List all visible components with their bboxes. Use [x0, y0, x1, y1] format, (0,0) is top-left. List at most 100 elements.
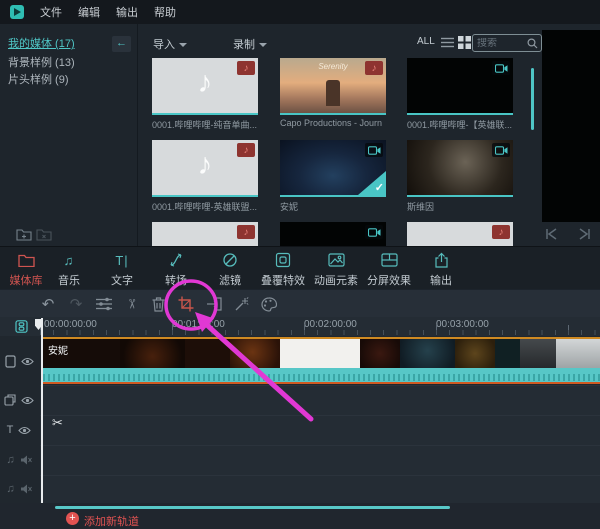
music-badge-icon: ♪ [365, 61, 383, 75]
media-scrollbar[interactable] [531, 68, 534, 130]
thumbnail-figure [326, 80, 340, 106]
video-track-icon [5, 355, 16, 368]
grid-view-icon[interactable] [458, 36, 471, 49]
video-badge-icon [492, 143, 510, 157]
media-item-selected[interactable]: ✓ 安妮 [280, 140, 386, 197]
sidebar-item-background-samples[interactable]: 背景样例 (13) [8, 54, 75, 70]
razor-cursor-icon: ✂ [52, 415, 63, 431]
media-item-label: 0001.哔哩哔哩-英雄联盟... [152, 200, 258, 213]
filmora-window: 文件 编辑 输出 帮助 我的媒体 (17) ← 背景样例 (13) 片头样例 (… [0, 0, 600, 529]
clip-label: 安妮 [48, 342, 68, 357]
media-panel: 我的媒体 (17) ← 背景样例 (13) 片头样例 (9) 导入 录制 ALL [0, 24, 600, 246]
menu-help[interactable]: 帮助 [154, 4, 176, 20]
media-item-label: 斯维因 [407, 200, 513, 213]
video-track-header [0, 346, 38, 376]
color-palette-icon [261, 297, 277, 312]
track-lane-audio1[interactable] [40, 445, 600, 475]
media-item[interactable]: ♪ ♪ 0001.哔哩哔哩-英雄联盟... [152, 140, 258, 197]
timeline-toolbar: ↶ ↷ ✂ [0, 289, 600, 317]
track-lane-pip[interactable] [40, 385, 600, 415]
search-input[interactable] [473, 38, 527, 49]
media-item[interactable]: 0001.哔哩哔哩-【英雄联... [407, 58, 513, 115]
delete-folder-icon[interactable] [36, 228, 52, 241]
magic-wand-icon [234, 297, 249, 312]
menu-export[interactable]: 输出 [116, 4, 138, 20]
color-palette-button[interactable] [258, 294, 280, 314]
trash-icon [152, 297, 165, 312]
menu-edit[interactable]: 编辑 [78, 4, 100, 20]
text-track-header: T [0, 415, 38, 445]
timecode-icon[interactable] [15, 320, 28, 333]
media-item[interactable] [280, 222, 386, 246]
clip-audio-waveform [43, 368, 600, 382]
media-item-label: 0001.哔哩哔哩-纯音单曲... [152, 118, 258, 131]
export-icon [409, 251, 473, 269]
timeline-horizontal-scrollbar[interactable] [55, 506, 450, 509]
magic-wand-button[interactable] [230, 294, 252, 314]
next-frame-button[interactable] [572, 224, 598, 244]
check-icon: ✓ [375, 181, 384, 194]
add-track-plus-icon[interactable]: + [66, 512, 79, 525]
sidebar-item-intro-samples[interactable]: 片头样例 (9) [8, 71, 69, 87]
menu-bar: 文件 编辑 输出 帮助 [0, 0, 600, 24]
app-logo-icon [10, 5, 24, 19]
search-icon [527, 38, 538, 49]
chevron-down-icon [259, 43, 267, 47]
list-view-icon[interactable] [441, 37, 454, 48]
media-item[interactable]: 斯维因 [407, 140, 513, 197]
music-badge-icon: ♪ [492, 225, 510, 239]
media-item[interactable]: ♪ [152, 222, 258, 246]
ruler-minor-ticks [40, 330, 600, 335]
mute-icon[interactable] [20, 455, 32, 465]
adjust-icon [96, 297, 112, 311]
add-track-label[interactable]: 添加新轨道 [84, 513, 139, 529]
music-badge-icon: ♪ [237, 61, 255, 75]
text-track-icon: T [7, 424, 14, 436]
audio-track-icon: ♫ [6, 483, 14, 495]
sidebar-collapse-button[interactable]: ← [112, 36, 131, 52]
playhead[interactable] [41, 318, 43, 503]
redo-icon: ↷ [70, 295, 83, 313]
undo-icon: ↶ [42, 295, 55, 313]
record-button[interactable]: 录制 [233, 36, 267, 52]
filter-all-button[interactable]: ALL [417, 36, 435, 47]
music-badge-icon: ♪ [237, 143, 255, 157]
crop-button[interactable] [175, 294, 197, 314]
track-lane-audio2[interactable] [40, 475, 600, 503]
video-badge-icon [365, 225, 383, 239]
export-frame-button[interactable] [203, 294, 225, 314]
timeline-clip[interactable]: 安妮 [43, 337, 600, 384]
feature-tab-bar: 媒体库 ♫ 音乐 T| 文字 转场 滤镜 [0, 246, 600, 289]
menu-file[interactable]: 文件 [40, 4, 62, 20]
timeline-ruler[interactable]: 00:00:00:00 00:01:00:00 00:02:00:00 00:0… [0, 317, 600, 336]
video-badge-icon [365, 143, 383, 157]
chevron-down-icon [179, 43, 187, 47]
timeline-tracks: T ♫ ♫ 安妮 [0, 336, 600, 503]
media-item-label: Capo Productions - Journ [280, 118, 386, 128]
pip-track-header [0, 385, 38, 415]
eye-icon[interactable] [18, 426, 31, 435]
cut-button[interactable]: ✂ [120, 294, 142, 314]
adjust-button[interactable] [93, 294, 115, 314]
media-item-label: 0001.哔哩哔哩-【英雄联... [407, 118, 513, 131]
media-item[interactable]: Serenity ♪ Capo Productions - Journ [280, 58, 386, 115]
sidebar-item-my-media[interactable]: 我的媒体 (17) [8, 35, 75, 51]
media-item[interactable]: ♪ [407, 222, 513, 246]
redo-button[interactable]: ↷ [65, 294, 87, 314]
mute-icon[interactable] [20, 484, 32, 494]
undo-button[interactable]: ↶ [37, 294, 59, 314]
track-lane-text[interactable] [40, 415, 600, 445]
media-item[interactable]: ♪ ♪ 0001.哔哩哔哩-纯音单曲... [152, 58, 258, 115]
delete-button[interactable] [147, 294, 169, 314]
pip-track-icon [4, 394, 16, 406]
import-button[interactable]: 导入 [153, 36, 187, 52]
eye-icon[interactable] [21, 396, 34, 405]
preview-panel [542, 30, 600, 222]
tab-export[interactable]: 输出 [409, 251, 473, 288]
crop-icon [178, 296, 194, 312]
previous-frame-button[interactable] [538, 224, 564, 244]
eye-icon[interactable] [21, 357, 34, 366]
music-badge-icon: ♪ [237, 225, 255, 239]
scissors-icon: ✂ [123, 299, 139, 310]
add-folder-icon[interactable] [16, 228, 32, 241]
